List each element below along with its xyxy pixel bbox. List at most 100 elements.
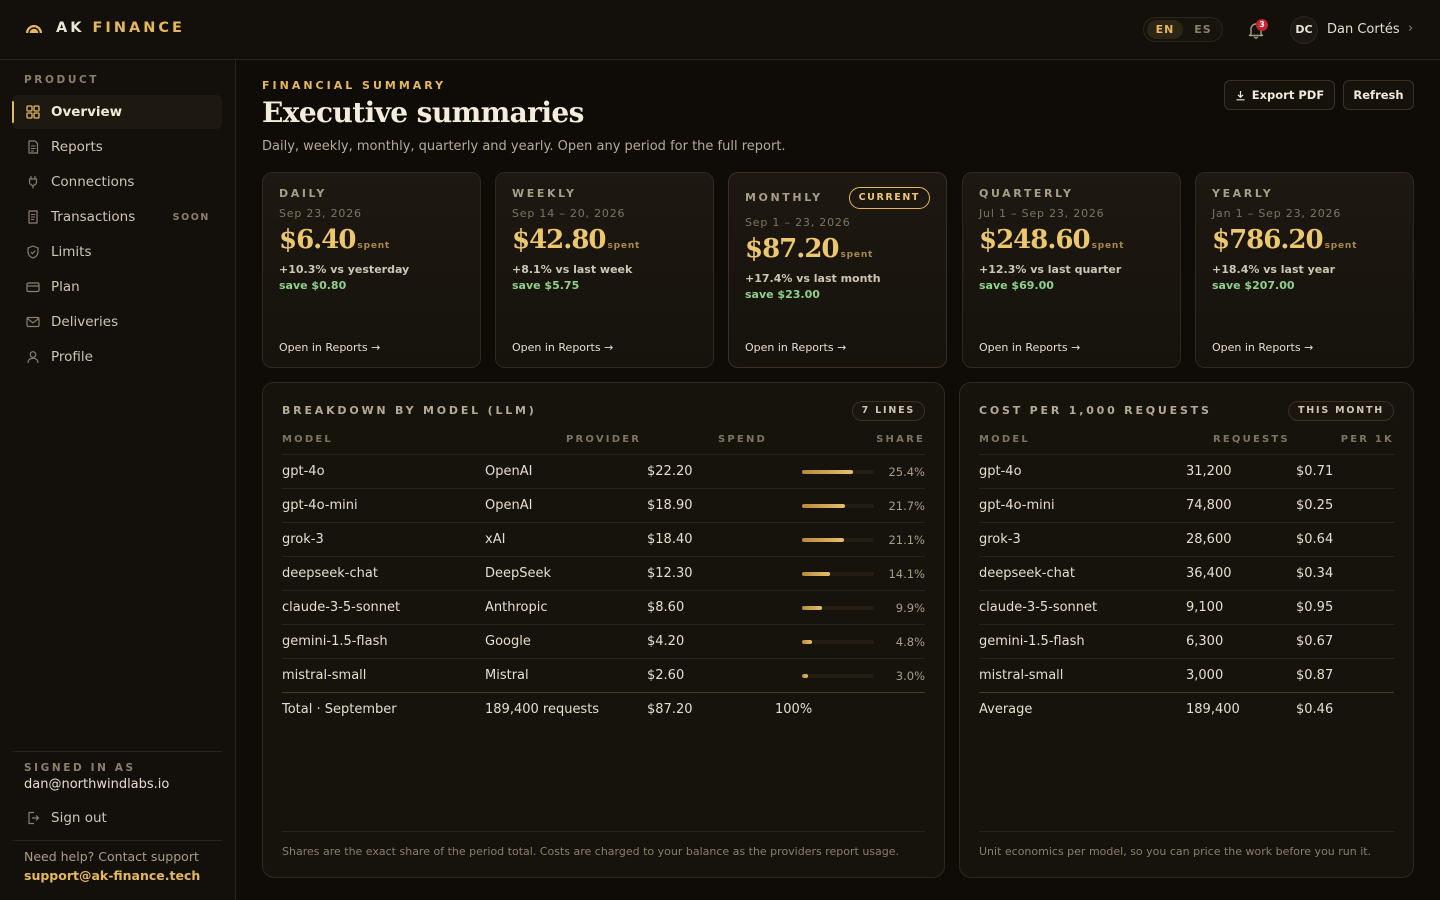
brand-logo[interactable]: AK FINANCE [24, 20, 185, 36]
signed-in-label: SIGNED IN AS [24, 762, 136, 774]
provider-name: DeepSeek [485, 566, 552, 581]
open-in-reports-link[interactable]: Open in Reports → [979, 341, 1080, 354]
period-change: +17.4% vs last month [745, 272, 881, 285]
share-bar [802, 538, 874, 542]
user-name[interactable]: Dan Cortés [1327, 22, 1400, 37]
table-row[interactable]: gpt-4o 31,200 $0.71 [979, 455, 1394, 489]
period-label: WEEKLY [512, 187, 577, 200]
sidebar-item-deliveries[interactable]: Deliveries [12, 305, 222, 339]
export-pdf-button[interactable]: Export PDF [1224, 80, 1335, 110]
total-requests: 189,400 requests [485, 702, 600, 717]
sidebar-divider [12, 840, 222, 841]
lang-en-button[interactable]: EN [1147, 20, 1183, 39]
total-label: Total · September [282, 702, 397, 717]
table-row[interactable]: claude-3-5-sonnet Anthropic $8.60 9.9% [282, 591, 925, 625]
table-row[interactable]: mistral-small 3,000 $0.87 [979, 659, 1394, 693]
table-row[interactable]: gemini-1.5-flash 6,300 $0.67 [979, 625, 1394, 659]
chevron-right-icon[interactable]: › [1408, 21, 1413, 36]
average-row: Average 189,400 $0.46 [979, 693, 1394, 727]
download-icon [1236, 91, 1245, 101]
requests-value: 6,300 [1186, 634, 1224, 649]
provider-name: Google [485, 634, 531, 649]
sidebar-item-label: Plan [51, 279, 80, 295]
requests-value: 3,000 [1186, 668, 1224, 683]
sidebar-item-transactions[interactable]: Transactions SOON [12, 200, 222, 234]
requests-value: 31,200 [1186, 464, 1232, 479]
table-row[interactable]: claude-3-5-sonnet 9,100 $0.95 [979, 591, 1394, 625]
provider-name: Mistral [485, 668, 529, 683]
period-amount: $248.60 spent [979, 225, 1125, 255]
period-date: Sep 23, 2026 [279, 207, 362, 220]
model-name: gpt-4o [979, 464, 1022, 479]
table-row[interactable]: mistral-small Mistral $2.60 3.0% [282, 659, 925, 693]
page-title: Executive summaries [262, 96, 584, 129]
period-card-weekly[interactable]: WEEKLY Sep 14 – 20, 2026 $42.80 spent +8.… [495, 172, 714, 368]
period-change: +10.3% vs yesterday [279, 263, 410, 276]
share-bar-fill [802, 640, 812, 644]
refresh-button[interactable]: Refresh [1343, 80, 1414, 110]
sidebar-item-connections[interactable]: Connections [12, 165, 222, 199]
share-bar-fill [802, 572, 831, 576]
table-row[interactable]: grok-3 28,600 $0.64 [979, 523, 1394, 557]
sidebar-item-plan[interactable]: Plan [12, 270, 222, 304]
shield-icon [27, 245, 39, 259]
table-row[interactable]: gpt-4o OpenAI $22.20 25.4% [282, 455, 925, 489]
total-row: Total · September 189,400 requests $87.2… [282, 693, 925, 727]
share-bar [802, 470, 874, 474]
period-label: YEARLY [1212, 187, 1274, 200]
period-card-daily[interactable]: DAILY Sep 23, 2026 $6.40 spent +10.3% vs … [262, 172, 481, 368]
requests-value: 28,600 [1186, 532, 1232, 547]
sidebar-item-label: Overview [51, 104, 123, 120]
table-row[interactable]: gemini-1.5-flash Google $4.20 4.8% [282, 625, 925, 659]
share-percent: 14.1% [888, 567, 925, 581]
sidebar-item-label: Reports [51, 139, 103, 155]
period-card-quarterly[interactable]: QUARTERLY Jul 1 – Sep 23, 2026 $248.60 sp… [962, 172, 1181, 368]
per-1k-value: $0.95 [1296, 600, 1334, 615]
model-name: mistral-small [979, 668, 1064, 683]
period-date: Sep 1 – 23, 2026 [745, 216, 851, 229]
share-bar [802, 572, 874, 576]
open-in-reports-link[interactable]: Open in Reports → [1212, 341, 1313, 354]
requests-value: 74,800 [1186, 498, 1232, 513]
sidebar: PRODUCT Overview Reports Connections Tra… [0, 60, 236, 900]
sidebar-item-limits[interactable]: Limits [12, 235, 222, 269]
provider-name: Anthropic [485, 600, 548, 615]
open-in-reports-link[interactable]: Open in Reports → [745, 341, 846, 354]
spend-value: $8.60 [647, 600, 685, 615]
footer-divider [979, 831, 1394, 832]
period-card-yearly[interactable]: YEARLY Jan 1 – Sep 23, 2026 $786.20 spent… [1195, 172, 1414, 368]
sidebar-item-reports[interactable]: Reports [12, 130, 222, 164]
period-card-monthly[interactable]: MONTHLY CURRENT Sep 1 – 23, 2026 $87.20 s… [728, 172, 947, 368]
spend-value: $18.90 [647, 498, 693, 513]
period-savings: save $5.75 [512, 279, 580, 292]
provider-name: xAI [485, 532, 506, 547]
model-name: gemini-1.5-flash [979, 634, 1085, 649]
breakdown-panel: BREAKDOWN BY MODEL (LLM) 7 LINES MODEL P… [262, 382, 945, 878]
average-requests: 189,400 [1186, 702, 1240, 717]
period-amount: $87.20 spent [745, 234, 874, 264]
period-change: +18.4% vs last year [1212, 263, 1336, 276]
support-email-link[interactable]: support@ak-finance.tech [24, 868, 200, 883]
table-row[interactable]: grok-3 xAI $18.40 21.1% [282, 523, 925, 557]
period-savings: save $207.00 [1212, 279, 1295, 292]
card-icon [26, 282, 40, 293]
lang-es-button[interactable]: ES [1185, 20, 1221, 39]
table-row[interactable]: gpt-4o-mini 74,800 $0.25 [979, 489, 1394, 523]
avatar[interactable]: DC [1290, 16, 1318, 44]
sidebar-item-overview[interactable]: Overview [12, 95, 222, 129]
table-row[interactable]: deepseek-chat DeepSeek $12.30 14.1% [282, 557, 925, 591]
open-in-reports-link[interactable]: Open in Reports → [512, 341, 613, 354]
model-name: claude-3-5-sonnet [979, 600, 1098, 615]
table-row[interactable]: deepseek-chat 36,400 $0.34 [979, 557, 1394, 591]
per-1k-value: $0.25 [1296, 498, 1334, 513]
model-name: grok-3 [979, 532, 1021, 547]
open-in-reports-link[interactable]: Open in Reports → [279, 341, 380, 354]
share-bar [802, 504, 874, 508]
share-percent: 25.4% [888, 465, 925, 479]
sidebar-item-profile[interactable]: Profile [12, 340, 222, 374]
table-row[interactable]: gpt-4o-mini OpenAI $18.90 21.7% [282, 489, 925, 523]
sign-out-button[interactable]: Sign out [12, 801, 222, 835]
model-name: grok-3 [282, 532, 324, 547]
model-name: deepseek-chat [282, 566, 378, 581]
per-1k-value: $0.67 [1296, 634, 1334, 649]
